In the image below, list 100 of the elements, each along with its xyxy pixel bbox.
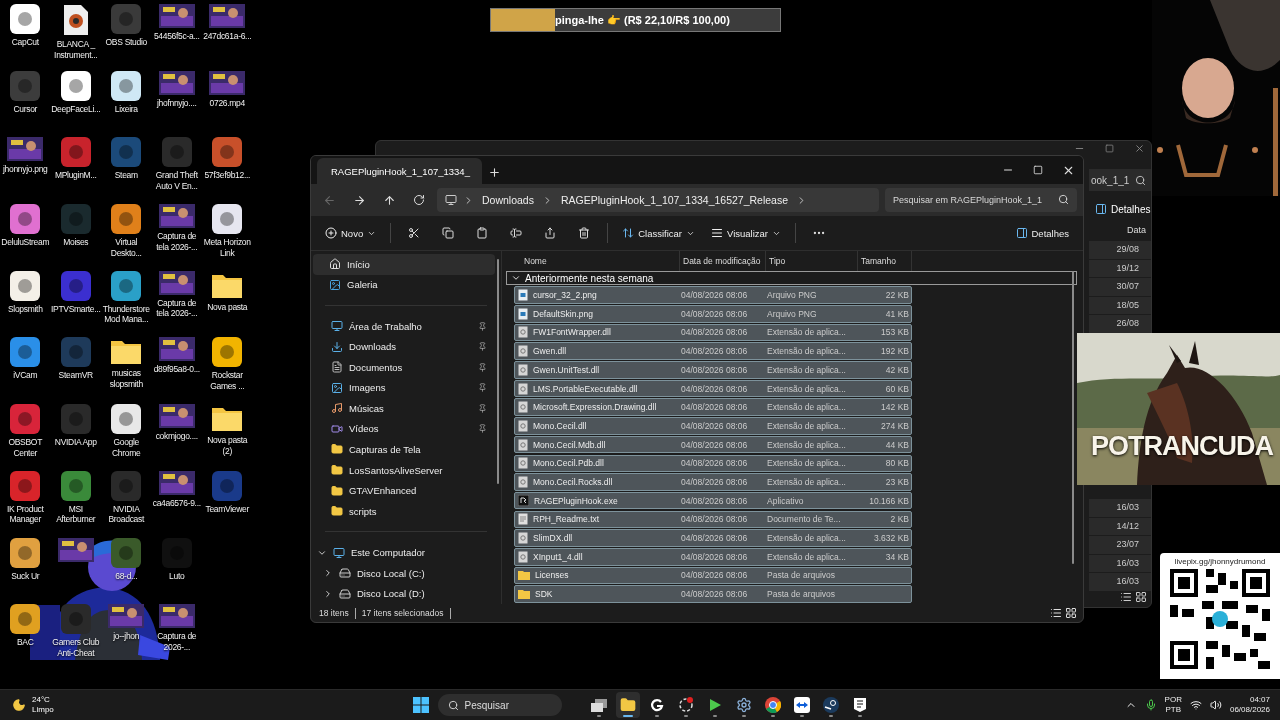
- breadcrumb[interactable]: Downloads: [480, 194, 536, 206]
- thumbnail-icon[interactable]: [158, 270, 195, 295]
- search-field[interactable]: Pesquisar em RAGEPluginHook_1_1: [885, 188, 1077, 212]
- file-row[interactable]: DefaultSkin.png 04/08/2026 08:06 Arquivo PNG 41 KB: [514, 305, 912, 323]
- thumbnail-icon[interactable]: [158, 604, 195, 629]
- app-tile-icon[interactable]: [10, 70, 41, 101]
- network-icon[interactable]: [1189, 699, 1202, 711]
- clock-time[interactable]: 04:07: [1249, 695, 1270, 705]
- app-tile-icon[interactable]: [60, 70, 91, 101]
- app-tile-icon[interactable]: [60, 270, 91, 301]
- scrollbar[interactable]: [497, 259, 499, 484]
- app-tile-icon[interactable]: [60, 204, 91, 235]
- file-row[interactable]: FW1FontWrapper.dll 04/08/2026 08:06 Extensão de aplica... 153 KB: [514, 323, 912, 342]
- column-header[interactable]: Data de modificação: [680, 251, 766, 271]
- thumbnail-icon[interactable]: [108, 604, 145, 629]
- tile-view-icon[interactable]: [1065, 607, 1077, 619]
- app-tile-icon[interactable]: [10, 537, 41, 568]
- file-row[interactable]: Mono.Cecil.Rocks.dll 04/08/2026 08:06 Extensão de aplica... 23 KB: [514, 473, 912, 491]
- sidebar-item[interactable]: Vídeos: [313, 418, 495, 440]
- app-tile-icon[interactable]: [10, 204, 41, 235]
- app-tile-icon[interactable]: [212, 470, 243, 501]
- sidebar-item[interactable]: Músicas: [313, 398, 495, 419]
- sidebar-item[interactable]: Capturas de Tela: [313, 439, 495, 460]
- app-tile-icon[interactable]: [111, 270, 142, 301]
- sidebar-item[interactable]: Documentos: [313, 357, 495, 378]
- thumbnail-icon[interactable]: [158, 337, 195, 362]
- column-header[interactable]: Tipo: [766, 251, 858, 271]
- app-tile-icon[interactable]: [10, 404, 41, 435]
- document-icon[interactable]: [62, 4, 89, 36]
- sidebar-item[interactable]: Galeria: [313, 274, 495, 296]
- thumbnail-icon[interactable]: [158, 4, 195, 28]
- sidebar-item[interactable]: Imagens: [313, 377, 495, 399]
- language-code[interactable]: POR: [1164, 695, 1182, 705]
- address-bar[interactable]: Downloads RAGEPluginHook_1_107_1334_16527_Release: [437, 188, 879, 212]
- list-view-icon[interactable]: [1050, 607, 1062, 619]
- sidebar-item[interactable]: scripts: [313, 500, 495, 522]
- thumbnail-icon[interactable]: [158, 204, 195, 229]
- thumbnail-icon[interactable]: [158, 70, 195, 95]
- thumbnail-icon[interactable]: [158, 404, 195, 429]
- app-tile-icon[interactable]: [111, 204, 142, 235]
- group-header[interactable]: Anteriormente nesta semana: [506, 271, 1077, 286]
- app-tile-icon[interactable]: [111, 4, 142, 34]
- app-tile-icon[interactable]: [60, 604, 91, 635]
- app-tile-icon[interactable]: [60, 470, 91, 501]
- sidebar-item[interactable]: Este Computador: [313, 542, 495, 563]
- app-tile-icon[interactable]: [111, 404, 142, 435]
- sort-button[interactable]: Classificar: [616, 220, 701, 246]
- sidebar-item[interactable]: Início: [313, 254, 495, 275]
- thumbnail-icon[interactable]: [209, 4, 246, 28]
- sidebar-item[interactable]: Downloads: [313, 336, 495, 358]
- app-tile-icon[interactable]: [60, 137, 91, 168]
- file-row[interactable]: cursor_32_2.png 04/08/2026 08:06 Arquivo PNG 22 KB: [514, 286, 912, 304]
- column-header[interactable]: Tamanho: [858, 251, 912, 271]
- sidebar-item[interactable]: Disco Local (D:): [313, 583, 495, 604]
- thumbnail-icon[interactable]: [209, 70, 246, 95]
- app-tile-icon[interactable]: [60, 404, 91, 435]
- details-button[interactable]: Detalhes: [1009, 220, 1075, 246]
- app-tile-icon[interactable]: [10, 270, 41, 301]
- close-icon[interactable]: [1134, 142, 1145, 154]
- file-row[interactable]: Gwen.UnitTest.dll 04/08/2026 08:06 Extensão de aplica... 42 KB: [514, 361, 912, 379]
- sidebar-item[interactable]: GTAVEnhanced: [313, 480, 495, 501]
- view-button[interactable]: Visualizar: [705, 220, 787, 246]
- file-row[interactable]: XInput1_4.dll 04/08/2026 08:06 Extensão de aplica... 34 KB: [514, 547, 912, 566]
- scrollbar[interactable]: [1072, 271, 1074, 564]
- file-row[interactable]: Mono.Cecil.Pdb.dll 04/08/2026 08:06 Extensão de aplica... 80 KB: [514, 454, 912, 473]
- file-row[interactable]: Mono.Cecil.Mdb.dll 04/08/2026 08:06 Extensão de aplica... 44 KB: [514, 435, 912, 454]
- file-row[interactable]: SlimDX.dll 04/08/2026 08:06 Extensão de aplica... 3.632 KB: [514, 529, 912, 547]
- app-tile-icon[interactable]: [111, 70, 142, 101]
- app-tile-icon[interactable]: [10, 470, 41, 501]
- file-row[interactable]: RAGEPluginHook.exe 04/08/2026 08:06 Aplicativo 10.166 KB: [514, 491, 912, 510]
- app-tile-icon[interactable]: [10, 604, 41, 635]
- volume-icon[interactable]: [1209, 699, 1222, 711]
- sidebar-item[interactable]: Área de Trabalho: [313, 316, 495, 337]
- app-tile-icon[interactable]: [10, 337, 41, 368]
- clock-date[interactable]: 06/08/2026: [1229, 705, 1270, 715]
- app-tile-icon[interactable]: [60, 337, 91, 368]
- keyboard-layout[interactable]: PTB: [1165, 705, 1182, 715]
- app-tile-icon[interactable]: [111, 537, 142, 568]
- thumbnail-icon[interactable]: [158, 470, 195, 495]
- file-row[interactable]: RPH_Readme.txt 04/08/2026 08:06 Documento de Te... 2 KB: [514, 510, 912, 529]
- file-row[interactable]: SDK 04/08/2026 08:06 Pasta de arquivos: [514, 585, 912, 603]
- file-row[interactable]: Microsoft.Expression.Drawing.dll 04/08/2026 08:06 Extensão de aplica... 142 KB: [514, 398, 912, 417]
- app-tile-icon[interactable]: [212, 137, 243, 168]
- details-button[interactable]: Detalhes: [1089, 203, 1151, 215]
- taskbar-app[interactable]: [615, 692, 640, 718]
- app-tile-icon[interactable]: [111, 470, 142, 501]
- thumbnail-icon[interactable]: [7, 137, 44, 162]
- taskbar-search[interactable]: Pesquisar: [437, 694, 562, 716]
- sidebar-item[interactable]: LosSantosAliveServer: [313, 459, 495, 481]
- column-header[interactable]: Data: [1127, 225, 1151, 235]
- maximize-icon[interactable]: [1105, 143, 1114, 153]
- app-tile-icon[interactable]: [161, 137, 192, 168]
- breadcrumb[interactable]: RAGEPluginHook_1_107_1334_16527_Release: [558, 194, 791, 206]
- file-row[interactable]: LMS.PortableExecutable.dll 04/08/2026 08:06 Extensão de aplica... 60 KB: [514, 379, 912, 398]
- file-row[interactable]: Mono.Cecil.dll 04/08/2026 08:06 Extensão de aplica... 274 KB: [514, 417, 912, 435]
- file-row[interactable]: Gwen.dll 04/08/2026 08:06 Extensão de aplica... 192 KB: [514, 342, 912, 360]
- new-button[interactable]: Novo: [319, 220, 383, 246]
- column-header[interactable]: Nome: [514, 251, 680, 271]
- file-row[interactable]: Licenses 04/08/2026 08:06 Pasta de arquivos: [514, 566, 912, 585]
- sidebar-item[interactable]: Disco Local (C:): [313, 562, 495, 584]
